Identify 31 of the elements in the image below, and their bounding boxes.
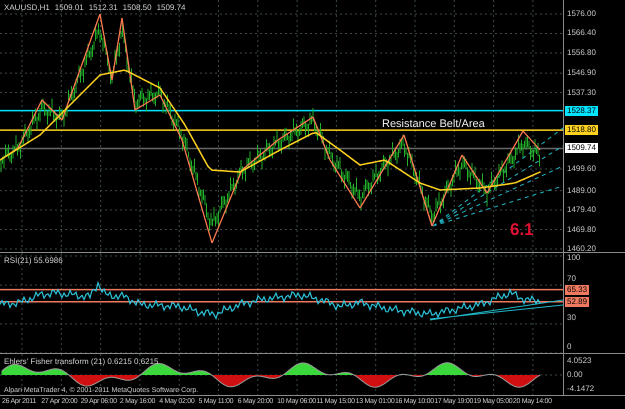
- price-axis-label: 1576.00: [567, 9, 596, 19]
- wave-label: 6.1: [510, 220, 534, 240]
- chart-annotation: Resistance Belt/Area: [382, 118, 485, 130]
- fisher-axis-label: 0.00: [567, 370, 583, 380]
- price-axis-label: 1469.80: [567, 224, 596, 235]
- price-tag: 1509.74: [565, 143, 598, 154]
- price-axis-label: 1460.20: [567, 244, 596, 254]
- fisher-axis-label: -4.1472: [567, 384, 594, 394]
- price-value: 1508.50: [122, 3, 152, 12]
- rsi-axis-label: 0: [567, 342, 572, 352]
- price-tag: 1528.37: [565, 106, 598, 116]
- rsi-title: RSI(21) 55.6986: [4, 256, 63, 265]
- fisher-axis-label: 4.0523: [567, 356, 592, 366]
- fisher-title: Ehlers' Fisher transform (21) 0.6215 0.6215: [4, 357, 158, 366]
- rsi-level-tag: 52.89: [565, 296, 590, 307]
- rsi-axis-label: 70: [567, 274, 576, 284]
- rsi-axis-label: 30: [567, 312, 576, 323]
- symbol-label: XAUUSD,H1: [4, 3, 50, 12]
- rsi-level-tag: 65.33: [565, 284, 590, 295]
- price-axis-label: 1556.80: [567, 48, 596, 58]
- price-axis-label: 1489.00: [567, 186, 596, 196]
- price-value: 1512.31: [88, 3, 118, 12]
- price-axis-label: 1479.40: [567, 205, 596, 216]
- price-value: 1509.01: [54, 3, 84, 12]
- price-axis-label: 1537.30: [567, 88, 596, 98]
- rsi-axis-label: 100: [567, 253, 580, 263]
- price-axis-label: 1499.60: [567, 164, 596, 174]
- price-tag: 1518.80: [565, 125, 598, 136]
- price-axis-label: 1546.90: [567, 68, 596, 78]
- price-value: 1509.74: [156, 3, 186, 12]
- price-axis-label: 1566.40: [567, 28, 596, 38]
